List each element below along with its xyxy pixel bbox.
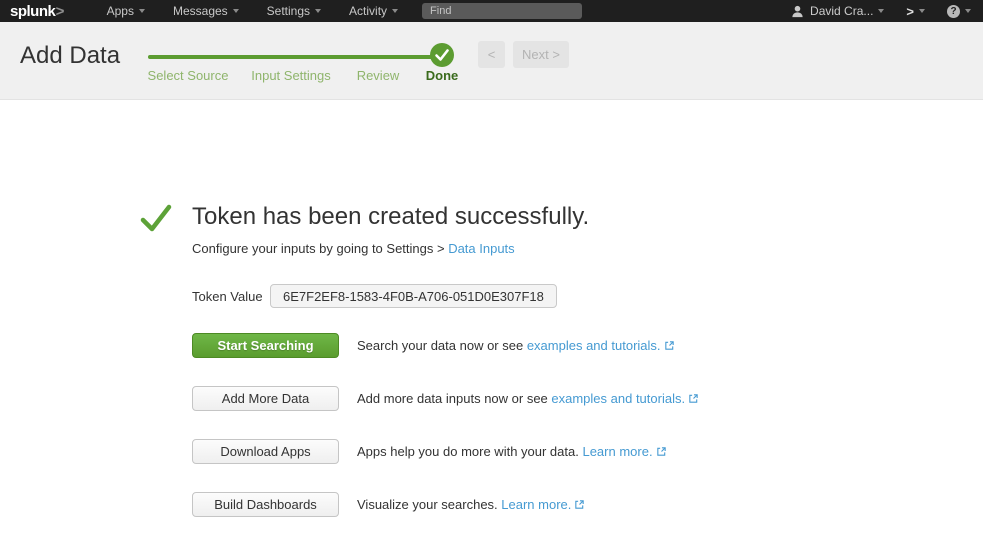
- topnav-right: David Cra... > ?: [791, 4, 971, 19]
- help-menu[interactable]: ?: [947, 5, 971, 18]
- splunk-logo[interactable]: splunk>: [10, 3, 64, 20]
- add-more-data-description: Add more data inputs now or see examples…: [357, 391, 699, 407]
- description-text: Search your data now or see: [357, 338, 527, 353]
- token-row: Token Value 6E7F2EF8-1583-4F0B-A706-051D…: [192, 284, 557, 308]
- next-button[interactable]: Next >: [513, 41, 569, 68]
- wizard-step-done: Done: [426, 68, 459, 83]
- success-subtitle: Configure your inputs by going to Settin…: [192, 241, 515, 256]
- chevron-down-icon: [919, 9, 925, 13]
- splunk-logo-text: splunk: [10, 3, 55, 20]
- description-text: Add more data inputs now or see: [357, 391, 551, 406]
- success-subtitle-text: Configure your inputs by going to Settin…: [192, 241, 448, 256]
- learn-more-link[interactable]: Learn more.: [501, 497, 571, 512]
- external-link-icon: [656, 445, 667, 460]
- search-arrow-icon: >: [906, 4, 914, 19]
- token-value-field[interactable]: 6E7F2EF8-1583-4F0B-A706-051D0E307F18: [270, 284, 557, 308]
- wizard-step-input-settings: Input Settings: [251, 68, 331, 83]
- page-header: Add Data Select Source Input Settings Re…: [0, 22, 983, 100]
- action-row-add-more-data: Add More Data Add more data inputs now o…: [192, 386, 699, 411]
- chevron-down-icon: [392, 9, 398, 13]
- nav-menu-settings-label: Settings: [267, 4, 310, 18]
- help-icon: ?: [947, 5, 960, 18]
- description-text: Visualize your searches.: [357, 497, 501, 512]
- nav-menu-activity-label: Activity: [349, 4, 387, 18]
- external-link-icon: [688, 392, 699, 407]
- learn-more-link[interactable]: Learn more.: [582, 444, 652, 459]
- top-navbar: splunk> Apps Messages Settings Activity …: [0, 0, 983, 22]
- splunk-logo-arrow: >: [55, 3, 63, 20]
- nav-menu-messages-label: Messages: [173, 4, 228, 18]
- examples-tutorials-link[interactable]: examples and tutorials.: [551, 391, 685, 406]
- examples-tutorials-link[interactable]: examples and tutorials.: [527, 338, 661, 353]
- description-text: Apps help you do more with your data.: [357, 444, 582, 459]
- download-apps-button[interactable]: Download Apps: [192, 439, 339, 464]
- find-input[interactable]: [422, 3, 582, 19]
- user-name-label: David Cra...: [810, 4, 873, 18]
- add-more-data-button[interactable]: Add More Data: [192, 386, 339, 411]
- token-value-label: Token Value: [192, 289, 270, 304]
- data-inputs-link[interactable]: Data Inputs: [448, 241, 515, 256]
- nav-menu-messages[interactable]: Messages: [173, 4, 239, 18]
- nav-menu-activity[interactable]: Activity: [349, 4, 398, 18]
- action-row-start-searching: Start Searching Search your data now or …: [192, 333, 675, 358]
- build-dashboards-description: Visualize your searches. Learn more.: [357, 497, 585, 513]
- nav-menu-apps[interactable]: Apps: [107, 4, 145, 18]
- external-link-icon: [574, 498, 585, 513]
- chevron-down-icon: [139, 9, 145, 13]
- page-title: Add Data: [20, 42, 120, 70]
- chevron-down-icon: [315, 9, 321, 13]
- start-searching-description: Search your data now or see examples and…: [357, 338, 675, 354]
- success-check-icon: [140, 203, 172, 240]
- build-dashboards-button[interactable]: Build Dashboards: [192, 492, 339, 517]
- download-apps-description: Apps help you do more with your data. Le…: [357, 444, 667, 460]
- success-title: Token has been created successfully.: [192, 203, 589, 231]
- chevron-down-icon: [965, 9, 971, 13]
- main-content: Token has been created successfully. Con…: [0, 101, 983, 539]
- user-menu[interactable]: David Cra...: [791, 4, 884, 18]
- wizard-step-select-source: Select Source: [148, 68, 229, 83]
- start-searching-button[interactable]: Start Searching: [192, 333, 339, 358]
- chevron-down-icon: [233, 9, 239, 13]
- nav-menu-settings[interactable]: Settings: [267, 4, 321, 18]
- back-button[interactable]: <: [478, 41, 505, 68]
- action-row-build-dashboards: Build Dashboards Visualize your searches…: [192, 492, 585, 517]
- external-link-icon: [664, 339, 675, 354]
- wizard-progress-line: [148, 55, 438, 59]
- action-row-download-apps: Download Apps Apps help you do more with…: [192, 439, 667, 464]
- user-icon: [791, 5, 804, 18]
- search-arrow-menu[interactable]: >: [906, 4, 925, 19]
- chevron-down-icon: [878, 9, 884, 13]
- wizard-step-review: Review: [357, 68, 400, 83]
- nav-menu-apps-label: Apps: [107, 4, 134, 18]
